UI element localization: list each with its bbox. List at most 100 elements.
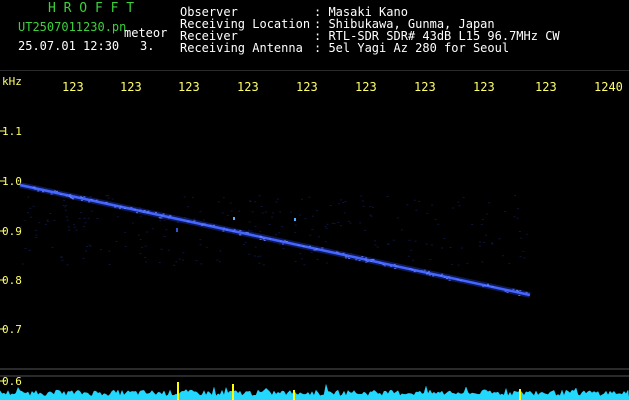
trace-speckle [413,271,416,273]
trace-speckle [459,280,462,282]
noise-dot [124,246,127,247]
noise-dot [244,241,247,243]
trace-speckle [423,269,426,271]
trace-speckle [383,265,386,267]
noise-dot [374,240,377,242]
noise-dot [68,229,71,231]
trace-speckle [313,249,316,251]
noise-dot [503,211,506,212]
noise-dot [259,231,262,233]
noise-dot [443,238,446,239]
noise-dot [248,221,251,223]
noise-dot [369,206,372,208]
noise-dot [66,219,69,221]
noise-dot [326,223,329,225]
noise-dot [108,250,111,252]
noise-dot [299,253,302,255]
noise-dot [396,217,399,219]
noise-dot [387,243,390,245]
trace-speckle [263,238,266,240]
trace-speckle [420,270,423,272]
spectrogram-plot [0,130,629,400]
noise-dot [520,237,523,239]
noise-dot [53,219,56,221]
trace-speckle [53,190,56,192]
noise-dot [199,211,202,213]
noise-dot [159,220,162,222]
noise-dot [178,258,181,260]
noise-dot [29,207,32,209]
noise-dot [333,223,336,225]
trace-speckle [491,286,494,288]
trace-speckle [361,256,364,258]
noise-dot [144,245,147,247]
noise-dot [339,225,342,227]
trace-speckle [281,243,284,245]
trace-speckle [432,275,435,277]
trace-speckle [120,205,122,207]
noise-dot [251,211,254,213]
trace-speckle [136,212,138,214]
noise-dot [461,247,464,249]
trace-speckle [90,198,93,200]
noise-dot [165,229,168,231]
noise-dot [115,241,118,242]
trace-speckle [365,257,368,259]
noise-dot [151,228,154,230]
noise-dot [491,243,494,245]
noise-dot [89,245,92,247]
noise-dot [163,219,166,221]
noise-dot [261,212,264,214]
noise-dot [370,215,373,217]
noise-dot [27,212,29,214]
trace-speckle [200,224,203,226]
noise-dot [254,246,257,248]
trace-speckle [114,206,117,208]
noise-dot [35,229,38,231]
noise-dot [317,236,320,238]
noise-dot [248,253,251,255]
noise-dot [331,222,334,224]
trace-speckle [517,290,520,292]
noise-dot [229,202,232,204]
noise-dot [183,196,186,198]
trace-speckle [393,263,396,265]
trace-speckle [232,231,235,233]
trace-speckle [201,223,204,225]
trace-speckle [366,260,369,262]
noise-dot [20,226,22,228]
spectrum-trace [0,384,629,400]
trace-speckle [245,232,248,233]
noise-dot [191,196,194,198]
noise-dot [32,205,35,207]
trace-speckle [42,191,44,193]
noise-dot [46,219,49,221]
noise-dot [200,263,203,265]
trace-speckle [105,201,108,203]
noise-dot [400,229,403,231]
noise-dot [21,263,24,265]
noise-dot [434,218,437,220]
noise-dot [111,198,114,200]
trace-speckle [203,223,206,225]
noise-dot [193,218,196,220]
noise-dot [478,245,481,247]
noise-dot [408,255,411,257]
noise-dot [466,262,469,264]
noise-dot [63,199,66,201]
trace-speckle [212,224,215,226]
noise-dot [30,216,32,218]
trace-speckle [389,265,392,267]
noise-dot [139,253,142,255]
noise-dot [60,256,63,258]
trace-speckle [68,194,71,196]
trace-speckle [519,290,522,292]
noise-dot [73,226,76,228]
noise-dot [51,246,54,248]
noise-dot [450,263,453,265]
noise-dot [481,219,484,221]
trace-speckle [88,201,91,203]
noise-dot [217,201,220,203]
noise-dot [426,212,429,214]
trace-speckle [409,268,412,270]
